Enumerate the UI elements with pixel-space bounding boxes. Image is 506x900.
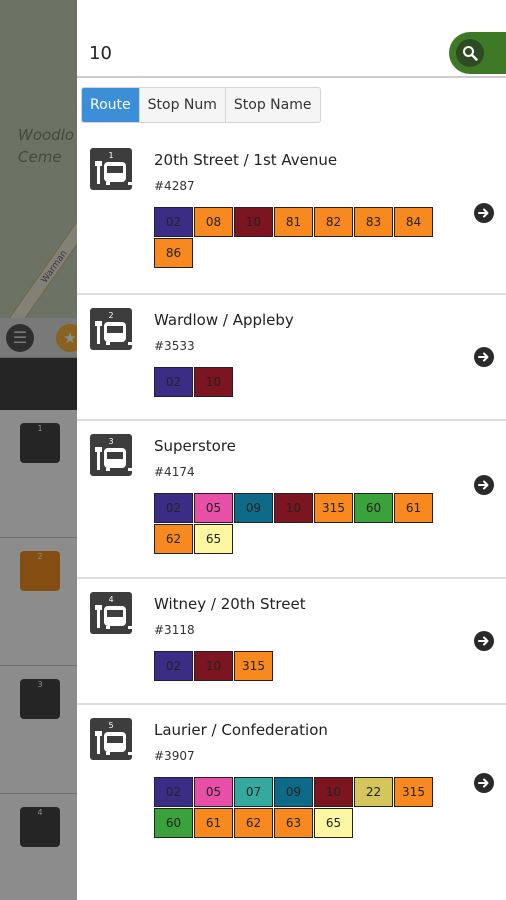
route-badge: 02: [154, 493, 193, 523]
route-badge: 10: [314, 777, 353, 807]
route-badge: 08: [194, 207, 233, 237]
route-badge: 10: [274, 493, 313, 523]
route-badge: 10: [194, 651, 233, 681]
route-badge: 10: [234, 207, 273, 237]
route-badge: 22: [354, 777, 393, 807]
route-badge: 60: [354, 493, 393, 523]
route-badge: 02: [154, 651, 193, 681]
bus-stop-icon: 1: [90, 148, 132, 190]
bus-stop-icon: 5: [90, 718, 132, 760]
route-badge: 09: [234, 493, 273, 523]
stop-number: #3907: [154, 749, 195, 763]
stop-name: Witney / 20th Street: [154, 595, 306, 613]
arrow-right-icon[interactable]: [474, 203, 494, 223]
stop-sign-icon: [95, 447, 102, 470]
stop-name: Superstore: [154, 437, 236, 455]
route-badge: 05: [194, 777, 233, 807]
stop-result-item[interactable]: 4 Witney / 20th Street #3118 02 10 315: [77, 577, 506, 703]
stop-sign-icon: [95, 731, 102, 754]
stop-result-item[interactable]: 5 Laurier / Confederation #3907 02 05 07 09 10 2…: [77, 703, 506, 867]
route-badges: 02 05 09 10 315 60 61 62 65: [154, 493, 434, 555]
arrow-right-icon[interactable]: [474, 631, 494, 651]
stop-number: #3118: [154, 623, 195, 637]
bus-stop-icon: 2: [90, 308, 132, 350]
bus-stop-icon: 4: [90, 592, 132, 634]
search-bar: [77, 28, 506, 78]
arrow-right-icon[interactable]: [474, 347, 494, 367]
bus-icon: [104, 322, 132, 345]
route-badge: 315: [234, 651, 273, 681]
search-icon: [463, 46, 478, 61]
route-badges: 02 10: [154, 367, 434, 398]
route-badge: 62: [154, 524, 193, 554]
stop-result-item[interactable]: 1 20th Street / 1st Avenue #4287 02 08 10 81 82…: [77, 135, 506, 293]
stop-name: Wardlow / Appleby: [154, 311, 294, 329]
search-button[interactable]: [449, 32, 506, 74]
search-panel: Route Stop Num Stop Name 1 20th Street / …: [77, 0, 506, 900]
arrow-right-icon[interactable]: [474, 475, 494, 495]
arrow-right-icon[interactable]: [474, 773, 494, 793]
route-badge: 61: [194, 808, 233, 838]
bus-icon: [104, 732, 132, 755]
route-badge: 09: [274, 777, 313, 807]
stop-index: 1: [108, 151, 114, 160]
route-badge: 84: [394, 207, 433, 237]
tab-route[interactable]: Route: [82, 88, 140, 122]
route-badge: 63: [274, 808, 313, 838]
stop-sign-icon: [95, 321, 102, 344]
stop-number: #3533: [154, 339, 195, 353]
bus-icon: [104, 162, 132, 185]
route-badges: 02 10 315: [154, 651, 434, 682]
route-badge: 65: [194, 524, 233, 554]
tab-stop-name[interactable]: Stop Name: [225, 88, 320, 122]
stop-number: #4174: [154, 465, 195, 479]
route-badge: 61: [394, 493, 433, 523]
stop-sign-icon: [95, 605, 102, 628]
route-badge: 315: [314, 493, 353, 523]
stop-index: 4: [108, 595, 114, 604]
bus-stop-icon: 3: [90, 434, 132, 476]
stop-result-item[interactable]: 2 Wardlow / Appleby #3533 02 10: [77, 293, 506, 419]
route-badge: 86: [154, 238, 193, 268]
route-badge: 10: [194, 367, 233, 397]
stop-index: 3: [108, 437, 114, 446]
route-badges: 02 05 07 09 10 22 315 60 61 62 63 65: [154, 777, 434, 839]
route-badge: 02: [154, 207, 193, 237]
stop-number: #4287: [154, 179, 195, 193]
stop-name: 20th Street / 1st Avenue: [154, 151, 338, 169]
route-badge: 05: [194, 493, 233, 523]
route-badge: 07: [234, 777, 273, 807]
route-badge: 65: [314, 808, 353, 838]
stop-sign-icon: [95, 161, 102, 184]
search-input[interactable]: [89, 38, 419, 68]
search-mode-tabs: Route Stop Num Stop Name: [81, 87, 321, 123]
bus-icon: [104, 448, 132, 471]
route-badge: 02: [154, 367, 193, 397]
route-badge: 83: [354, 207, 393, 237]
stop-name: Laurier / Confederation: [154, 721, 328, 739]
tab-stop-num[interactable]: Stop Num: [139, 88, 226, 122]
route-badge: 82: [314, 207, 353, 237]
route-badge: 02: [154, 777, 193, 807]
bus-icon: [104, 606, 132, 629]
route-badge: 315: [394, 777, 433, 807]
route-badge: 60: [154, 808, 193, 838]
stop-index: 2: [108, 311, 114, 320]
stop-result-item[interactable]: 3 Superstore #4174 02 05 09 10 315 60 61 62 65: [77, 419, 506, 577]
route-badge: 62: [234, 808, 273, 838]
route-badge: 81: [274, 207, 313, 237]
stop-index: 5: [108, 721, 114, 730]
route-badges: 02 08 10 81 82 83 84 86: [154, 207, 434, 269]
stop-results-list: 1 20th Street / 1st Avenue #4287 02 08 10 81 82…: [77, 135, 506, 867]
